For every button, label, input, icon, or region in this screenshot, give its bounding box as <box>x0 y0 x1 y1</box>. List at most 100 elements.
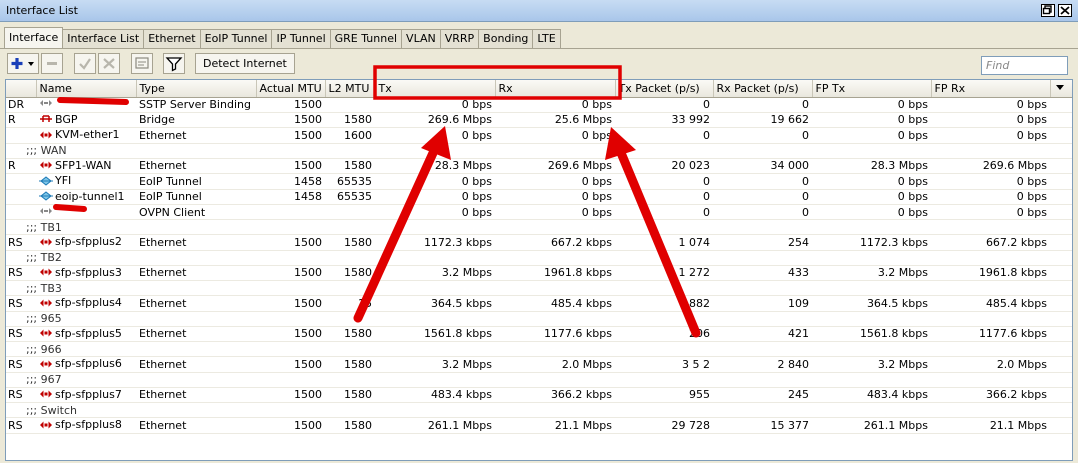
cell-type: Ethernet <box>136 417 256 434</box>
cell-l2mtu: 1580 <box>325 265 375 281</box>
cell-txp: 29 728 <box>615 417 713 434</box>
table-header: Name Type Actual MTU L2 MTU Tx Rx Tx Packet (p… <box>6 80 1072 98</box>
column-header-l2-mtu[interactable]: L2 MTU <box>325 80 376 98</box>
comment-row[interactable]: ;;; Switch <box>6 402 1072 418</box>
remove-button[interactable] <box>41 53 63 74</box>
cell-txp: 0 <box>615 204 713 220</box>
cell-txp: 0 <box>615 189 713 205</box>
column-header-fp-tx[interactable]: FP Tx <box>812 80 932 98</box>
tab-vlan[interactable]: VLAN <box>401 29 441 48</box>
cell-mtu: 1500 <box>256 97 325 113</box>
cell-mtu: 1500 <box>256 234 325 251</box>
cell-txp: 1 074 <box>615 234 713 251</box>
cell-rx: 25.6 Mbps <box>495 112 615 128</box>
table-row[interactable]: RS sfp-sfpplus7 Ethernet 1500 1580 483.4 kbps… <box>6 387 1072 403</box>
tab-bonding[interactable]: Bonding <box>478 29 534 48</box>
row-name: eoip-tunnel1 <box>36 189 136 205</box>
row-spacer <box>1050 265 1072 281</box>
ethernet-icon <box>39 160 53 170</box>
tab-lte[interactable]: LTE <box>532 29 561 48</box>
cell-rx: 269.6 Mbps <box>495 158 615 174</box>
tab-interface-list[interactable]: Interface List <box>62 29 145 48</box>
interface-name: eoip-tunnel1 <box>55 189 125 203</box>
table-row[interactable]: RS sfp-sfpplus8 Ethernet 1500 1580 261.1 Mbps… <box>6 417 1072 434</box>
row-flags <box>6 173 36 190</box>
comment-row[interactable]: ;;; 965 <box>6 311 1072 327</box>
table-body: DR SSTP Server Binding 1500 0 bps 0 bps 0 0 0 b… <box>6 97 1072 434</box>
row-name: sfp-sfpplus7 <box>36 387 136 403</box>
row-flags: RS <box>6 387 36 403</box>
cell-txp: 206 <box>615 326 713 342</box>
column-header-tx[interactable]: Tx <box>375 80 496 98</box>
cell-rxp: 254 <box>713 234 812 251</box>
row-name: sfp-sfpplus8 <box>36 417 136 434</box>
column-header-fp-rx[interactable]: FP Rx <box>931 80 1051 98</box>
cell-fprx: 0 bps <box>931 204 1050 220</box>
cell-tx: 364.5 kbps <box>375 295 495 312</box>
row-comment: ;;; 965 <box>6 311 1072 327</box>
table-row[interactable]: YFI EoIP Tunnel 1458 65535 0 bps 0 bps 0 0 0 bps… <box>6 173 1072 190</box>
column-header-tx-packet-p-s[interactable]: Tx Packet (p/s) <box>615 80 714 98</box>
tab-vrrp[interactable]: VRRP <box>439 29 480 48</box>
comment-button[interactable] <box>131 53 153 74</box>
cell-mtu: 1500 <box>256 158 325 174</box>
row-comment: ;;; 966 <box>6 341 1072 357</box>
table-row[interactable]: RS sfp-sfpplus6 Ethernet 1500 1580 3.2 Mbps 2.… <box>6 356 1072 373</box>
table-row[interactable]: eoip-tunnel1 EoIP Tunnel 1458 65535 0 bps 0 b… <box>6 189 1072 205</box>
cell-fptx: 28.3 Mbps <box>812 158 931 174</box>
cell-fptx: 483.4 kbps <box>812 387 931 403</box>
column-header-rx-packet-p-s[interactable]: Rx Packet (p/s) <box>713 80 813 98</box>
restore-icon[interactable] <box>1041 4 1055 17</box>
row-comment: ;;; Switch <box>6 402 1072 418</box>
tab-ethernet[interactable]: Ethernet <box>143 29 201 48</box>
row-spacer <box>1050 387 1072 403</box>
table-row[interactable]: DR SSTP Server Binding 1500 0 bps 0 bps 0 0 0 b… <box>6 97 1072 113</box>
ethernet-icon <box>39 389 53 399</box>
comment-row[interactable]: ;;; WAN <box>6 143 1072 159</box>
cell-fprx: 366.2 kbps <box>931 387 1050 403</box>
tab-ip-tunnel[interactable]: IP Tunnel <box>271 29 331 48</box>
table-row[interactable]: RS sfp-sfpplus5 Ethernet 1500 1580 1561.8 kbp… <box>6 326 1072 342</box>
comment-row[interactable]: ;;; TB2 <box>6 250 1072 266</box>
row-comment: ;;; TB2 <box>6 250 1072 266</box>
cell-fprx: 485.4 kbps <box>931 295 1050 312</box>
tab-interface[interactable]: Interface <box>4 27 64 48</box>
cell-tx: 3.2 Mbps <box>375 356 495 373</box>
column-header-type[interactable]: Type <box>136 80 257 98</box>
comment-row[interactable]: ;;; TB1 <box>6 219 1072 235</box>
comment-row[interactable]: ;;; TB3 <box>6 280 1072 296</box>
filter-button[interactable] <box>163 53 185 74</box>
find-input[interactable]: Find <box>981 56 1068 75</box>
column-menu-icon[interactable] <box>1050 80 1072 98</box>
row-comment: ;;; 967 <box>6 372 1072 388</box>
table-row[interactable]: R SFP1-WAN Ethernet 1500 1580 28.3 Mbps 269.6 … <box>6 158 1072 174</box>
column-header-rx[interactable]: Rx <box>495 80 616 98</box>
row-name: BGP <box>36 112 136 128</box>
cell-fptx: 0 bps <box>812 97 931 113</box>
dynamic-icon <box>39 98 53 108</box>
table-row[interactable]: OVPN Client 0 bps 0 bps 0 0 0 bps 0 bps <box>6 204 1072 220</box>
tab-gre-tunnel[interactable]: GRE Tunnel <box>329 29 403 48</box>
cell-l2mtu <box>325 97 375 113</box>
column-header-actual-mtu[interactable]: Actual MTU <box>256 80 326 98</box>
interface-name: sfp-sfpplus4 <box>55 296 122 309</box>
tab-eoip-tunnel[interactable]: EoIP Tunnel <box>199 29 273 48</box>
detect-internet-button[interactable]: Detect Internet <box>195 53 295 74</box>
row-comment: ;;; TB1 <box>6 219 1072 235</box>
table-row[interactable]: RS sfp-sfpplus4 Ethernet 1500 15 364.5 kbps 48… <box>6 295 1072 312</box>
close-icon[interactable] <box>1058 4 1072 17</box>
enable-button[interactable] <box>74 53 96 74</box>
comment-row[interactable]: ;;; 966 <box>6 341 1072 357</box>
comment-row[interactable]: ;;; 967 <box>6 372 1072 388</box>
add-button[interactable] <box>7 53 39 74</box>
cell-rxp: 0 <box>713 97 812 113</box>
cell-fprx: 0 bps <box>931 127 1050 144</box>
table-row[interactable]: RS sfp-sfpplus2 Ethernet 1500 1580 1172.3 kbp… <box>6 234 1072 251</box>
column-header-name[interactable]: Name <box>36 80 137 98</box>
row-spacer <box>1050 112 1072 128</box>
disable-button[interactable] <box>98 53 120 74</box>
table-row[interactable]: R BGP Bridge 1500 1580 269.6 Mbps 25.6 Mbps 33 … <box>6 112 1072 128</box>
cell-fptx: 1561.8 kbps <box>812 326 931 342</box>
table-row[interactable]: RS sfp-sfpplus3 Ethernet 1500 1580 3.2 Mbps 19… <box>6 265 1072 281</box>
table-row[interactable]: KVM-ether1 Ethernet 1500 1600 0 bps 0 bps 0 0 0 … <box>6 127 1072 144</box>
